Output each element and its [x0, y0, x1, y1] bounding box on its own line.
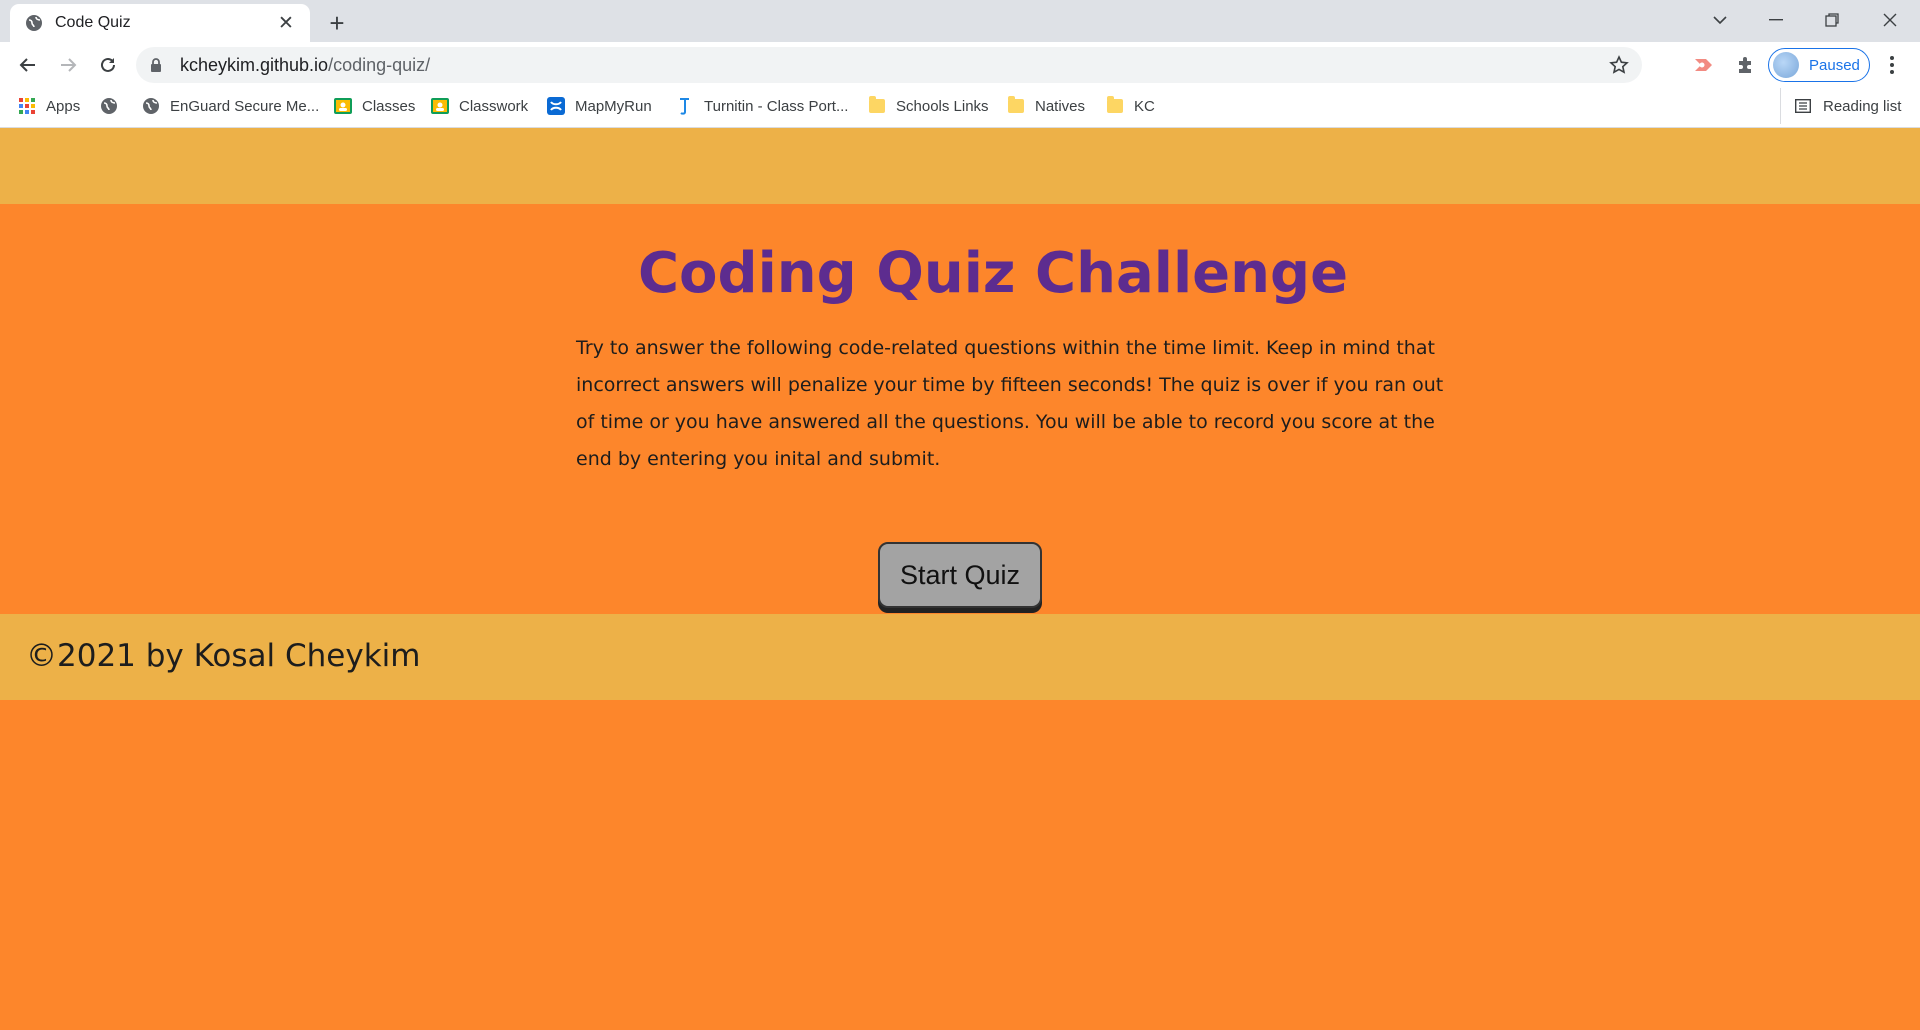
bookmark-globe[interactable]: [100, 88, 128, 124]
folder-icon: [868, 96, 886, 115]
browser-tab-code-quiz[interactable]: Code Quiz ✕: [10, 4, 310, 42]
url-host: kcheykim.github.io: [180, 54, 329, 75]
reading-list-button[interactable]: Reading list: [1780, 88, 1901, 124]
copyright-text: ©2021 by Kosal Cheykim: [26, 638, 421, 674]
address-bar[interactable]: kcheykim.github.io/coding-quiz/: [136, 47, 1642, 83]
screencast-extension-icon[interactable]: [1690, 51, 1718, 79]
bookmark-label: EnGuard Secure Me...: [170, 97, 320, 115]
back-icon[interactable]: [12, 49, 44, 81]
bookmark-turnitin[interactable]: Turnitin - Class Port...: [676, 88, 848, 124]
bookmark-star-icon[interactable]: [1608, 54, 1630, 76]
bookmark-classes[interactable]: Classes: [334, 88, 415, 124]
bookmark-classwork[interactable]: Classwork: [431, 88, 528, 124]
bookmark-apps[interactable]: Apps: [18, 88, 80, 124]
reload-icon[interactable]: [92, 49, 124, 81]
tab-close-icon[interactable]: ✕: [274, 11, 298, 35]
apps-grid-icon: [18, 97, 36, 115]
minimize-icon[interactable]: [1748, 0, 1804, 40]
folder-icon: [1007, 96, 1025, 115]
profile-status: Paused: [1809, 56, 1860, 74]
folder-icon: [1106, 96, 1124, 115]
bookmarks-bar: Apps EnGuard Secure Me... Classes Classw…: [0, 88, 1920, 128]
intro-text: Try to answer the following code-related…: [576, 337, 1444, 470]
bookmark-schools-links[interactable]: Schools Links: [868, 88, 989, 124]
reading-list-label: Reading list: [1823, 97, 1902, 115]
page-footer: ©2021 by Kosal Cheykim: [0, 614, 1920, 700]
mapmyrun-icon: [547, 97, 565, 115]
bookmark-kc[interactable]: KC: [1106, 88, 1155, 124]
globe-icon: [24, 14, 43, 33]
bookmark-label: Classwork: [459, 97, 529, 115]
globe-icon: [142, 97, 160, 115]
turnitin-icon: [676, 97, 694, 115]
new-tab-button[interactable]: +: [322, 8, 352, 38]
url-path: /coding-quiz/: [328, 54, 431, 75]
extensions-puzzle-icon[interactable]: [1732, 51, 1760, 79]
bookmark-label: Apps: [46, 97, 81, 115]
bookmark-natives[interactable]: Natives: [1007, 88, 1085, 124]
avatar: [1773, 52, 1799, 78]
google-classroom-icon: [431, 97, 449, 115]
profile-button[interactable]: Paused: [1768, 48, 1870, 82]
bookmark-label: Classes: [362, 97, 416, 115]
bookmark-label: Natives: [1035, 97, 1086, 115]
tab-search-icon[interactable]: [1692, 0, 1748, 40]
tab-title: Code Quiz: [55, 14, 131, 31]
url-text: kcheykim.github.io/coding-quiz/: [180, 55, 430, 76]
forward-icon[interactable]: [52, 49, 84, 81]
bookmark-label: Turnitin - Class Port...: [704, 97, 849, 115]
bookmark-mapmyrun[interactable]: MapMyRun: [547, 88, 652, 124]
lock-icon[interactable]: [150, 57, 166, 73]
bookmark-label: KC: [1134, 97, 1155, 115]
bookmark-enguard[interactable]: EnGuard Secure Me...: [142, 88, 319, 124]
bookmark-label: MapMyRun: [575, 97, 652, 115]
start-quiz-button[interactable]: Start Quiz: [878, 542, 1042, 608]
browser-toolbar: kcheykim.github.io/coding-quiz/ Paused: [0, 42, 1920, 88]
browser-tabstrip: Code Quiz ✕ +: [0, 0, 1920, 42]
more-menu-icon[interactable]: [1878, 51, 1906, 79]
restore-icon[interactable]: [1804, 0, 1860, 40]
bookmark-label: Schools Links: [896, 97, 989, 115]
reading-list-icon: [1795, 97, 1813, 115]
page-header-band: [0, 128, 1920, 204]
globe-icon: [100, 97, 118, 115]
google-classroom-icon: [334, 97, 352, 115]
close-window-icon[interactable]: [1862, 0, 1918, 40]
quiz-intro-section: Coding Quiz Challenge Try to answer the …: [0, 204, 1920, 614]
page-title: Coding Quiz Challenge: [637, 241, 1349, 306]
